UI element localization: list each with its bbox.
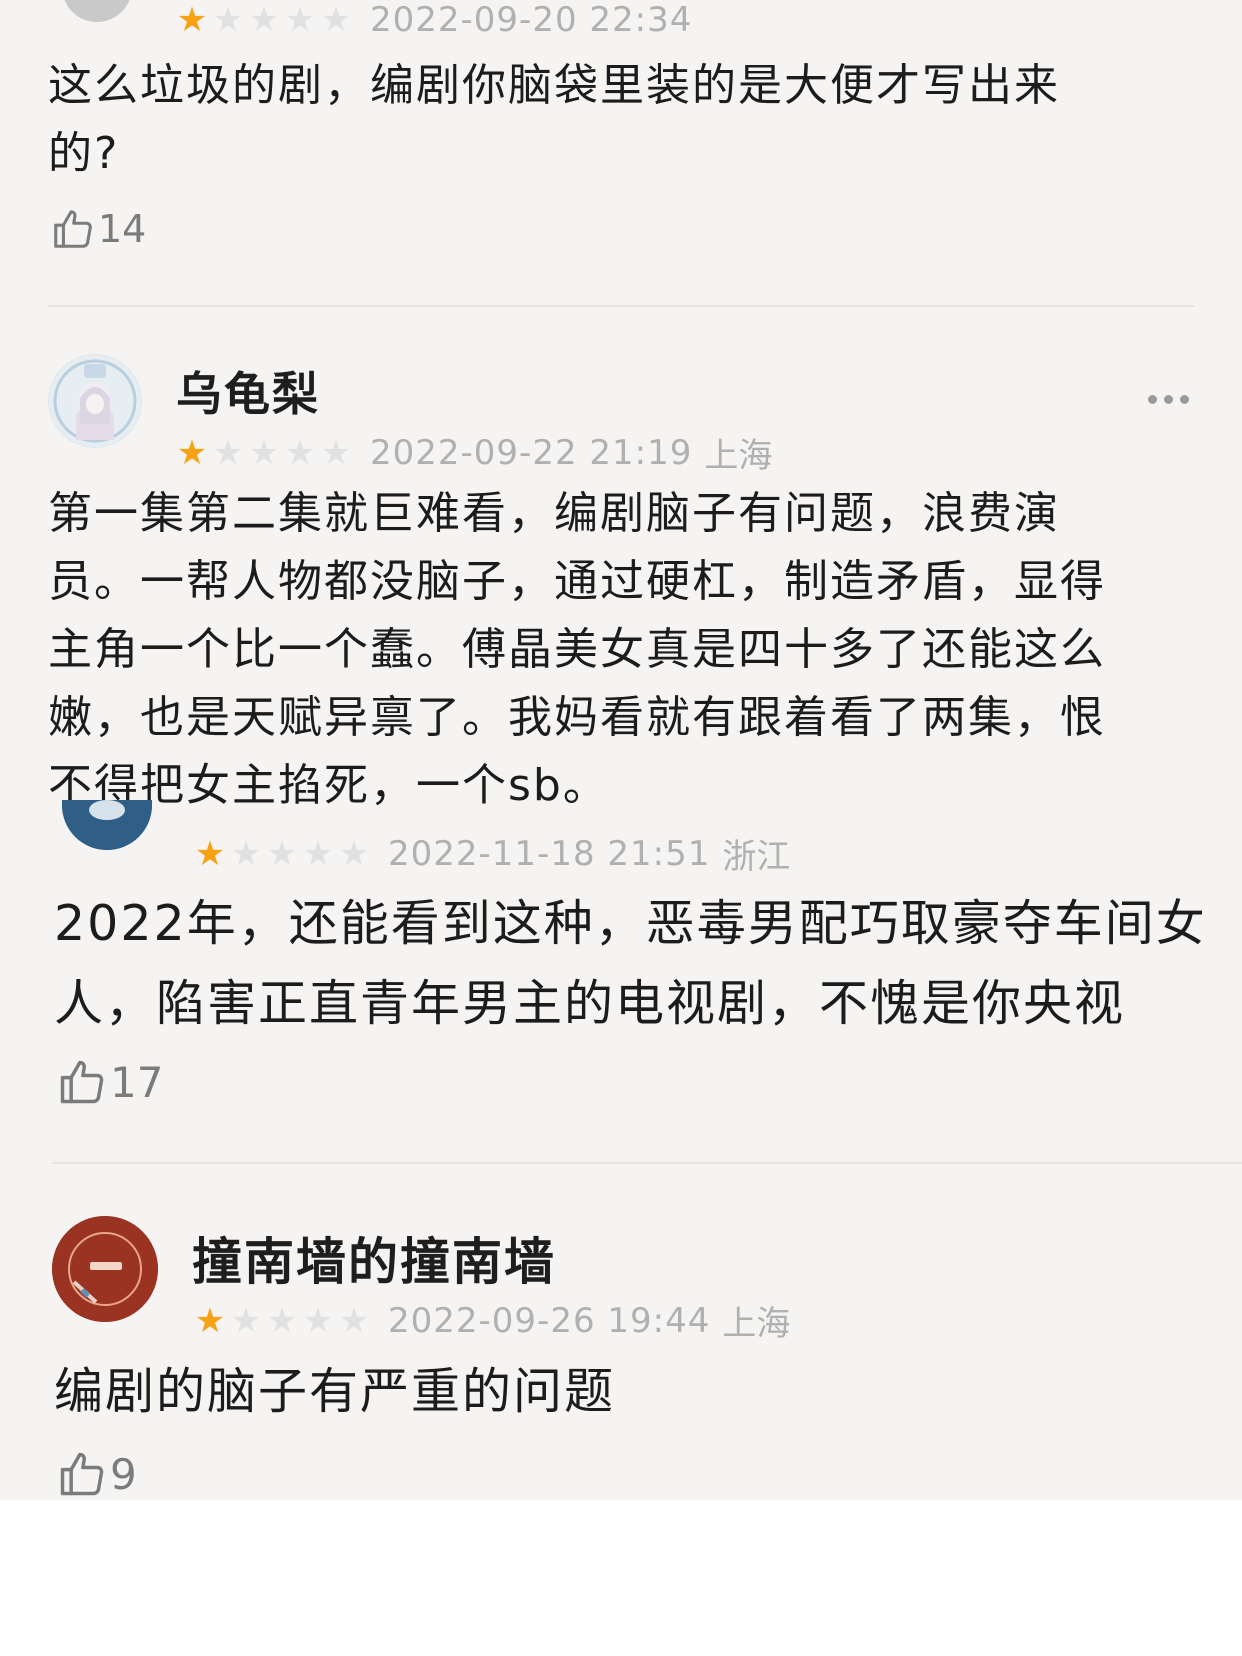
username[interactable]: 乌龟梨 [176, 358, 320, 424]
like-button[interactable]: 14 [50, 206, 146, 252]
star-icon: ★ [176, 432, 208, 473]
star-rating: ★ ★ ★ ★ ★ [174, 436, 354, 470]
star-icon: ★ [284, 0, 316, 40]
comment-line: 主角一个比一个蠢。傅晶美女真是四十多了还能这么 [48, 624, 1106, 675]
comment-location: 上海 [704, 436, 773, 476]
comment-text: 2022年，还能看到这种，恶毒男配巧取豪夺车间女 人，陷害正直青年男主的电视剧，… [54, 884, 1207, 1044]
star-icon: ★ [176, 0, 208, 40]
comment-line: 不得把女主掐死，一个sb。 [48, 760, 609, 811]
thumbs-up-icon [60, 1060, 104, 1104]
star-icon: ★ [302, 833, 334, 874]
star-icon: ★ [248, 0, 280, 40]
avatar[interactable] [52, 1216, 158, 1322]
star-icon: ★ [302, 1300, 334, 1341]
like-count: 9 [110, 1449, 137, 1499]
avatar[interactable] [48, 354, 142, 448]
avatar-illustration [52, 1216, 158, 1322]
comment-line: 第一集第二集就巨难看，编剧脑子有问题，浪费演 [48, 488, 1060, 539]
comment-location: 浙江 [722, 837, 791, 877]
comment-text: 编剧的脑子有严重的问题 [54, 1352, 615, 1432]
avatar[interactable] [62, 0, 132, 22]
thumbs-up-icon [54, 210, 92, 248]
like-count: 17 [110, 1057, 164, 1107]
comment-line: 2022年，还能看到这种，恶毒男配巧取豪夺车间女 [54, 895, 1207, 952]
star-rating: ★ ★ ★ ★ ★ [192, 837, 372, 871]
star-icon: ★ [320, 0, 352, 40]
comment-location: 上海 [722, 1304, 791, 1344]
star-icon: ★ [194, 833, 226, 874]
star-icon: ★ [230, 1300, 262, 1341]
star-icon: ★ [320, 432, 352, 473]
comment-date: 2022-09-26 19:44 [388, 1300, 711, 1341]
like-button[interactable]: 9 [56, 1448, 137, 1500]
like-button[interactable]: 17 [56, 1056, 163, 1108]
star-icon: ★ [212, 0, 244, 40]
comment-meta: ★ ★ ★ ★ ★ 2022-09-26 19:44 上海 [192, 1296, 791, 1345]
star-icon: ★ [230, 833, 262, 874]
comment-date: 2022-11-18 21:51 [388, 833, 711, 874]
divider [48, 305, 1194, 307]
comment-text: 这么垃圾的剧，编剧你脑袋里装的是大便才写出来 的? [48, 52, 1060, 188]
comment-meta: ★ ★ ★ ★ ★ 2022-09-22 21:19 上海 [174, 428, 773, 477]
comment-line: 员。一帮人物都没脑子，通过硬杠，制造矛盾，显得 [48, 556, 1106, 607]
divider [52, 1162, 1242, 1164]
comment-text: 第一集第二集就巨难看，编剧脑子有问题，浪费演 员。一帮人物都没脑子，通过硬杠，制… [48, 480, 1106, 820]
star-icon: ★ [266, 1300, 298, 1341]
comment-line: 的? [48, 128, 120, 179]
star-rating: ★ ★ ★ ★ ★ [174, 3, 354, 37]
comment-meta: ★ ★ ★ ★ ★ 2022-09-20 22:34 [174, 0, 692, 40]
star-icon: ★ [338, 833, 370, 874]
comment-meta: ★ ★ ★ ★ ★ 2022-11-18 21:51 浙江 [192, 829, 791, 878]
comment-date: 2022-09-20 22:34 [370, 0, 693, 40]
star-rating: ★ ★ ★ ★ ★ [192, 1304, 372, 1338]
bottom-blank-area [0, 1500, 1242, 1656]
comment-line: 编剧的脑子有严重的问题 [54, 1363, 616, 1420]
comment-line: 这么垃圾的剧，编剧你脑袋里装的是大便才写出来 [48, 60, 1060, 111]
more-dots-icon[interactable] [1148, 395, 1189, 404]
like-count: 14 [98, 207, 147, 251]
star-icon: ★ [284, 432, 316, 473]
star-icon: ★ [212, 432, 244, 473]
star-icon: ★ [248, 432, 280, 473]
star-icon: ★ [266, 833, 298, 874]
comment-line: 人，陷害正直青年男主的电视剧，不愧是你央视 [54, 975, 1126, 1032]
username[interactable]: 撞南墙的撞南墙 [192, 1222, 556, 1294]
comment-date: 2022-09-22 21:19 [370, 432, 693, 473]
star-icon: ★ [338, 1300, 370, 1341]
avatar-illustration [49, 355, 141, 447]
thumbs-up-icon [60, 1452, 104, 1496]
star-icon: ★ [194, 1300, 226, 1341]
avatar[interactable] [62, 800, 152, 850]
avatar-illustration [62, 800, 152, 850]
comment-line: 嫩，也是天赋异禀了。我妈看就有跟着看了两集，恨 [48, 692, 1106, 743]
